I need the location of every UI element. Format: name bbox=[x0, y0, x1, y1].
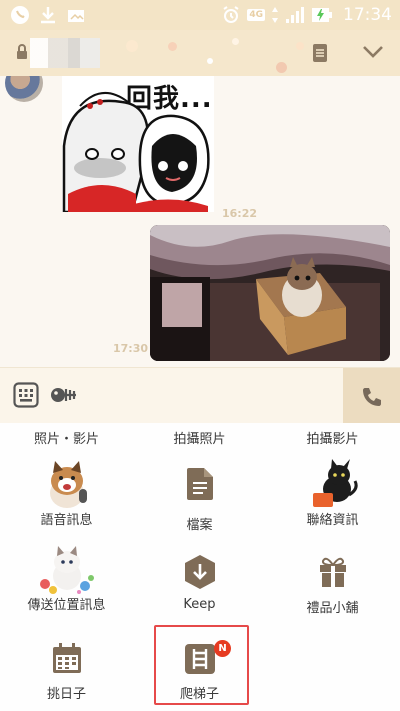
input-bar bbox=[0, 367, 400, 424]
option-label: 拍攝影片 bbox=[306, 432, 359, 447]
photos-videos-option[interactable]: 照片・影片 bbox=[0, 428, 133, 447]
black-cat-icon bbox=[312, 459, 358, 507]
battery-charging-icon bbox=[312, 8, 332, 22]
avatar[interactable] bbox=[5, 76, 43, 102]
record-video-option[interactable]: 拍攝影片 bbox=[266, 428, 399, 447]
option-label: 拍攝照片 bbox=[173, 432, 226, 447]
sticker-message[interactable]: 回我... bbox=[62, 76, 214, 212]
contact-name-blurred bbox=[30, 38, 100, 68]
data-arrows-icon bbox=[272, 7, 278, 23]
calendar-icon bbox=[52, 643, 81, 673]
option-label: 檔案 bbox=[186, 518, 213, 533]
option-label: 傳送位置訊息 bbox=[27, 598, 106, 613]
gift-icon bbox=[319, 557, 346, 587]
message-timestamp: 17:30 bbox=[113, 342, 149, 355]
call-button[interactable] bbox=[343, 368, 400, 424]
contact-info-option[interactable]: 聯絡資訊 bbox=[266, 459, 399, 528]
photo-message[interactable] bbox=[150, 225, 390, 361]
alarm-icon bbox=[223, 6, 239, 23]
file-icon bbox=[186, 468, 213, 500]
option-label: 語音訊息 bbox=[40, 513, 93, 528]
cat-mic-icon bbox=[49, 461, 87, 508]
download-icon bbox=[41, 7, 55, 24]
signal-icon bbox=[286, 7, 304, 23]
keyboard-icon[interactable] bbox=[13, 382, 39, 408]
send-location-option[interactable]: 傳送位置訊息 bbox=[0, 544, 133, 613]
phone-icon bbox=[363, 388, 381, 406]
chat-header bbox=[0, 30, 400, 76]
selection-highlight bbox=[154, 625, 249, 705]
network-type-label: 4G bbox=[247, 9, 265, 21]
sticker-cartoon-image bbox=[62, 92, 210, 212]
chat-area[interactable]: 回我... 16:22 17:30 bbox=[0, 76, 400, 367]
pick-date-option[interactable]: 挑日子 bbox=[0, 643, 133, 702]
option-label: 聯絡資訊 bbox=[306, 513, 359, 528]
option-label: Keep bbox=[183, 597, 216, 612]
file-option[interactable]: 檔案 bbox=[133, 468, 266, 533]
photo-upload-icon bbox=[68, 10, 84, 22]
notes-icon[interactable] bbox=[312, 43, 328, 63]
cat-in-box-photo bbox=[150, 225, 390, 361]
keep-option[interactable]: Keep bbox=[133, 555, 266, 612]
chevron-down-icon[interactable] bbox=[362, 45, 384, 59]
clock: 17:34 bbox=[343, 5, 392, 25]
keep-icon bbox=[184, 555, 215, 589]
sticker-fish-icon[interactable] bbox=[50, 384, 78, 406]
gift-shop-option[interactable]: 禮品小舖 bbox=[266, 555, 399, 616]
status-bar: 4G 17:34 bbox=[0, 0, 400, 30]
lock-icon bbox=[17, 44, 27, 59]
voice-message-option[interactable]: 語音訊息 bbox=[0, 459, 133, 528]
option-label: 禮品小舖 bbox=[306, 601, 359, 616]
option-label: 挑日子 bbox=[46, 687, 86, 702]
option-label: 照片・影片 bbox=[33, 432, 99, 447]
cat-location-icon bbox=[39, 546, 94, 594]
phone-call-icon bbox=[11, 6, 29, 24]
take-photo-option[interactable]: 拍攝照片 bbox=[133, 428, 266, 447]
message-timestamp: 16:22 bbox=[222, 207, 258, 220]
